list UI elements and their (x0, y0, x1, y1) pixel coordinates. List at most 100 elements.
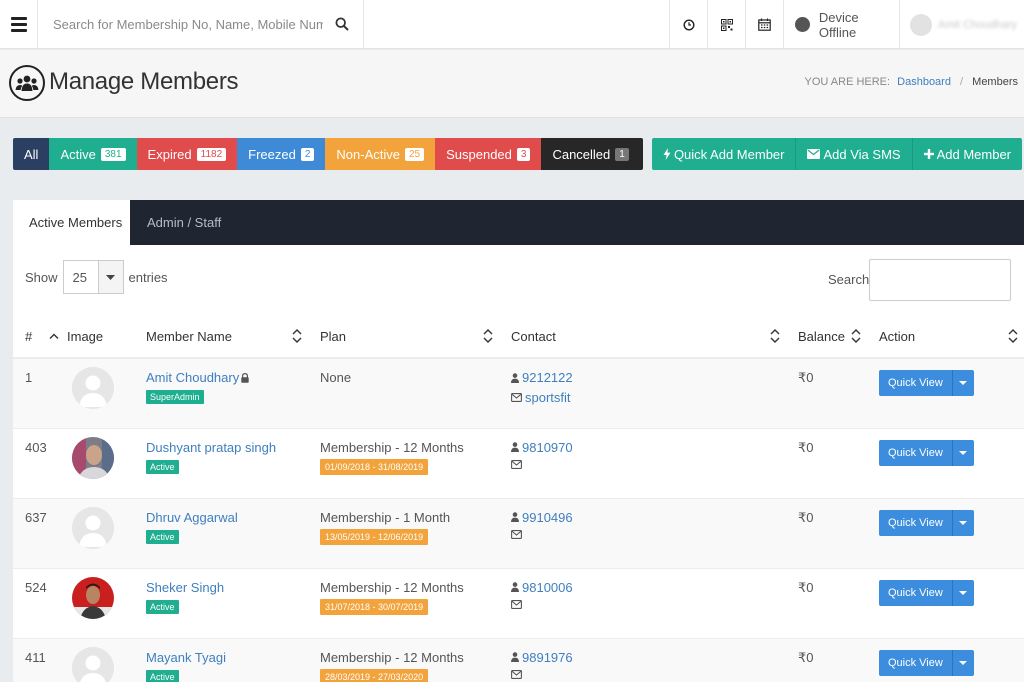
member-image-cell (51, 637, 134, 682)
envelope-icon[interactable] (511, 393, 522, 402)
filter-active-button[interactable]: Active 381 (49, 138, 137, 170)
sort-icon (483, 329, 493, 343)
quick-view-button[interactable]: Quick View (879, 509, 952, 536)
column-label: Contact (511, 328, 556, 344)
plan-name: Membership - 1 Month (320, 509, 451, 525)
calendar-icon[interactable] (745, 0, 783, 49)
quick-view-button[interactable]: Quick View (879, 649, 952, 676)
column-label: Plan (320, 328, 347, 344)
members-group-icon (9, 65, 45, 101)
chevron-down-icon[interactable] (951, 649, 974, 676)
column-label: Image (67, 328, 104, 344)
member-phone[interactable]: 9910496 (522, 510, 573, 525)
table-row: 403 Dushyant pratap singh Active Members… (13, 427, 1024, 498)
member-action-group: Quick Add Member Add Via SMS Add Member (651, 138, 1022, 170)
column-header-image[interactable]: Image (49, 315, 134, 359)
quick-view-button[interactable]: Quick View (879, 439, 952, 466)
user-icon (511, 372, 519, 383)
envelope-icon[interactable] (511, 529, 522, 539)
add-via-sms-button[interactable]: Add Via SMS (795, 138, 912, 170)
menu-toggle-icon[interactable] (0, 0, 38, 49)
member-name-link[interactable]: Sheker Singh (146, 580, 224, 595)
global-search-input[interactable] (53, 14, 323, 34)
add-member-button[interactable]: Add Member (911, 138, 1022, 170)
filter-expired-button[interactable]: Expired 1182 (136, 138, 238, 170)
filter-all-button[interactable]: All (13, 138, 50, 170)
filter-freezed-button[interactable]: Freezed 2 (237, 138, 326, 170)
table-header-row: # Image Member Name Plan Contact Balance… (13, 315, 1024, 359)
member-balance: ₹0 (786, 497, 867, 568)
chevron-down-icon[interactable] (951, 439, 974, 466)
member-name-link[interactable]: Mayank Tyagi (146, 650, 226, 665)
envelope-icon[interactable] (511, 599, 522, 609)
filter-count-badge: 1182 (196, 147, 227, 161)
member-phone[interactable]: 9810006 (522, 580, 573, 595)
table-search-input[interactable] (869, 259, 1011, 301)
member-image-cell (51, 357, 134, 428)
quick-add-member-button[interactable]: Quick Add Member (651, 138, 796, 170)
column-label: Member Name (146, 328, 232, 344)
member-action-cell: Quick View (867, 357, 1024, 428)
chevron-down-icon[interactable] (951, 370, 974, 396)
plus-icon (923, 149, 934, 159)
page-size-select[interactable]: 25 (62, 260, 124, 294)
member-contact-cell: 9810970 (499, 427, 786, 498)
member-contact-cell: 9910496 (499, 497, 786, 568)
member-name-link[interactable]: Dushyant pratap singh (146, 440, 276, 455)
member-name-cell: Dushyant pratap singh Active (134, 427, 308, 498)
user-name: Amit Choudhary (938, 18, 1017, 31)
quick-view-group: Quick View (879, 649, 974, 676)
member-avatar (72, 576, 114, 619)
column-header-contact[interactable]: Contact (499, 315, 786, 359)
filter-label: Non-Active (336, 146, 400, 162)
add-member-label: Add Member (936, 146, 1011, 162)
member-phone[interactable]: 9891976 (522, 650, 573, 665)
member-avatar (72, 506, 114, 549)
sort-asc-icon (49, 333, 59, 339)
user-icon (511, 582, 519, 592)
member-contact-cell: 9810006 (499, 567, 786, 638)
device-status[interactable]: Device Offline (783, 0, 899, 49)
member-image-cell (51, 427, 134, 498)
member-action-cell: Quick View (867, 567, 1024, 638)
tab-label: Active Members (29, 215, 123, 230)
status-badge: Active (146, 459, 179, 474)
column-header-balance[interactable]: Balance (786, 315, 867, 359)
clock-icon[interactable] (669, 0, 707, 49)
chevron-down-icon (97, 261, 123, 293)
member-image-cell (51, 497, 134, 568)
plan-date-range: 13/05/2019 - 12/06/2019 (320, 528, 429, 545)
tab-admin-staff[interactable]: Admin / Staff (147, 200, 221, 245)
filter-cancelled-button[interactable]: Cancelled 1 (541, 138, 643, 170)
filter-label: All (24, 146, 39, 162)
qr-code-icon[interactable] (707, 0, 745, 49)
envelope-icon[interactable] (511, 459, 522, 469)
column-header-number[interactable]: # (13, 315, 51, 359)
member-phone[interactable]: 9810970 (522, 440, 573, 455)
sort-icon (292, 329, 302, 343)
quick-view-button[interactable]: Quick View (879, 370, 952, 396)
chevron-down-icon[interactable] (951, 579, 974, 606)
breadcrumb-dashboard-link[interactable]: Dashboard (897, 76, 951, 88)
column-header-plan[interactable]: Plan (308, 315, 499, 359)
user-menu[interactable]: Amit Choudhary (899, 0, 1024, 49)
chevron-down-icon[interactable] (951, 509, 974, 536)
column-header-member-name[interactable]: Member Name (134, 315, 308, 359)
quick-view-button[interactable]: Quick View (879, 579, 952, 606)
column-header-action[interactable]: Action (867, 315, 1024, 359)
breadcrumb-separator: / (960, 76, 964, 88)
search-icon[interactable] (335, 17, 349, 31)
member-action-cell: Quick View (867, 637, 1024, 682)
tab-active-members[interactable]: Active Members (13, 200, 130, 245)
member-balance: ₹0 (786, 637, 867, 682)
envelope-icon[interactable] (511, 669, 522, 679)
filter-suspended-button[interactable]: Suspended 3 (435, 138, 542, 170)
sort-icon (770, 329, 780, 343)
lock-icon (241, 373, 249, 383)
user-avatar (910, 13, 932, 36)
member-email[interactable]: sportsfit (525, 390, 571, 405)
member-phone[interactable]: 9212122 (522, 370, 573, 385)
member-name-link[interactable]: Dhruv Aggarwal (146, 510, 238, 525)
member-name-link[interactable]: Amit Choudhary (146, 370, 239, 385)
filter-non-active-button[interactable]: Non-Active 25 (325, 138, 436, 170)
